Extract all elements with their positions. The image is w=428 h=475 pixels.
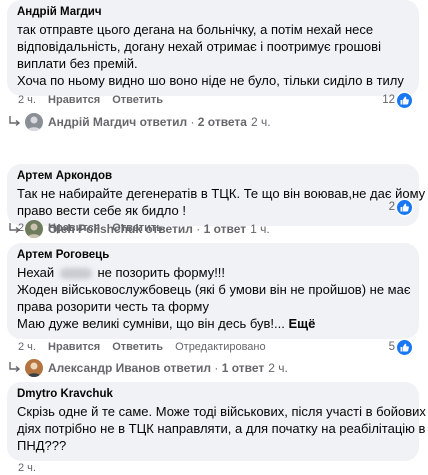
reply-arrow-icon (9, 362, 21, 373)
comment-line: Жоден військовослужбовець (які б умови в… (17, 282, 411, 297)
reply-verb: ответил (139, 115, 188, 129)
comment-line: так отправте цього дегана на больнічку, … (17, 22, 374, 37)
comment-line-end: не позорить форму!!! (97, 265, 226, 280)
comment-line: право вести себе як бидло ! (17, 203, 186, 218)
comment-bubble: Андрій Магдич так отправте цього дегана … (7, 0, 419, 96)
edited-label: Отредактировано (175, 341, 266, 353)
reply-author[interactable]: Александр Иванов (48, 361, 160, 375)
comment-bubble: Артем Аркондов Так не набирайте дегенера… (7, 164, 426, 226)
reaction-number: 12 (382, 94, 395, 106)
reply-arrow-icon (9, 223, 21, 234)
like-link[interactable]: Нравится (48, 94, 100, 106)
comment-line: Скрізь одне й те саме. Може тоді військо… (17, 404, 426, 419)
comment-line: відповідальність, догану нехай отримає і… (17, 39, 381, 54)
replies-row[interactable]: Oleh Polishchuk ответил · 1 ответ 1 ч. (7, 220, 270, 238)
comment-line: діях потрібно не в ТЦК направляти, а для… (17, 421, 426, 436)
reply-time: 2 ч. (250, 115, 271, 129)
comment-time[interactable]: 2 ч. (18, 94, 36, 106)
reaction-number: 2 (388, 201, 395, 213)
comment-time[interactable]: 2 ч. (18, 462, 36, 474)
comment-author[interactable]: Dmytro Kravchuk (17, 387, 409, 402)
reply-arrow-icon (9, 116, 21, 127)
comment-line-last: Маю дуже великі сумніви, що він десь був… (17, 316, 285, 331)
like-reaction-icon (397, 339, 412, 355)
comment-author[interactable]: Артем Аркондов (17, 169, 409, 184)
see-more-link[interactable]: Ещё (289, 316, 316, 331)
comment-actions: 2 ч. (18, 461, 45, 475)
comment-text: Скрізь одне й те саме. Може тоді військо… (17, 403, 426, 454)
comment-text: Нехай не позорить форму!!! Жоден військо… (17, 264, 411, 332)
comment-line: ПНД??? (17, 438, 67, 453)
reply-count[interactable]: 1 ответ (222, 361, 265, 375)
avatar[interactable] (25, 113, 43, 131)
like-reaction-icon (397, 199, 412, 215)
comment-bubble: Артем Роговець Нехай не позорить форму!!… (7, 243, 419, 339)
reply-author[interactable]: Oleh Polishchuk (48, 222, 142, 236)
comment-author[interactable]: Артем Роговець (17, 248, 409, 263)
comment-line: Хоча по ньому видно шо воно ніде не було… (17, 73, 404, 88)
reply-time: 2 ч. (268, 361, 288, 375)
like-reaction-icon (397, 92, 412, 108)
comment-bubble: Dmytro Kravchuk Скрізь одне й те саме. М… (7, 382, 426, 461)
comment-time[interactable]: 2 ч. (18, 341, 36, 353)
comment-author[interactable]: Андрій Магдич (17, 5, 409, 20)
reply-verb: ответил (145, 222, 193, 236)
reply-link[interactable]: Ответить (112, 94, 163, 106)
comment-line: Маю дуже великі сумніви, що він десь був… (17, 315, 409, 332)
reply-author[interactable]: Андрій Магдич (48, 115, 136, 129)
comment-text: Так не набирайте дегенератів в ТЦК. Те щ… (17, 185, 426, 219)
replies-row[interactable]: Александр Иванов ответил · 1 ответ 2 ч. (7, 359, 288, 377)
reply-count[interactable]: 1 ответ (204, 222, 247, 236)
comment-line-start: Нехай (17, 265, 55, 280)
reaction-number: 5 (388, 341, 395, 353)
comment-actions: 2 ч. Нравится Ответить Отредактировано (18, 340, 275, 354)
comment-line: Нехай не позорить форму!!! (17, 264, 409, 281)
comment-actions: 2 ч. Нравится Ответить (18, 93, 172, 107)
redacted-name (59, 268, 92, 280)
comment-line: виплати без премій. (17, 56, 138, 71)
reply-verb: ответил (163, 361, 212, 375)
reactions-count[interactable]: 12 (382, 92, 412, 108)
comment-line: права розорити честь та форму (17, 299, 210, 314)
reactions-count[interactable]: 5 (389, 339, 412, 355)
reply-count[interactable]: 2 ответа (198, 115, 247, 129)
avatar[interactable] (25, 220, 43, 238)
reply-link[interactable]: Ответить (112, 341, 163, 353)
comment-line: Так не набирайте дегенератів в ТЦК. Те щ… (17, 186, 426, 201)
reply-time: 1 ч. (250, 222, 270, 236)
reactions-count[interactable]: 2 (389, 199, 412, 215)
replies-row[interactable]: Андрій Магдич ответил · 2 ответа 2 ч. (7, 113, 271, 131)
avatar[interactable] (25, 359, 43, 377)
like-link[interactable]: Нравится (48, 341, 100, 353)
comment-text: так отправте цього дегана на больнічку, … (17, 21, 409, 89)
